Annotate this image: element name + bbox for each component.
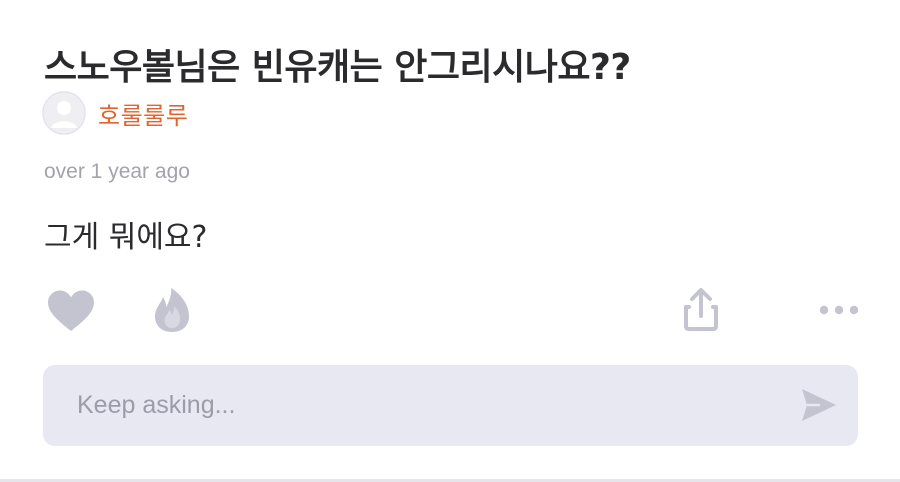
post-page: 스노우볼님은 빈유캐는 안그리시나요?? 호룰룰루 over 1 year ag… <box>0 0 900 482</box>
author-row[interactable]: 호룰룰루 <box>42 91 188 135</box>
user-avatar-icon <box>42 91 86 135</box>
like-button[interactable] <box>46 289 96 333</box>
flame-icon <box>155 288 189 332</box>
share-icon <box>684 288 718 331</box>
more-button[interactable] <box>816 298 862 322</box>
share-button[interactable] <box>680 286 722 332</box>
author-name[interactable]: 호룰룰루 <box>98 96 188 131</box>
avatar[interactable] <box>42 91 86 135</box>
post-timestamp: over 1 year ago <box>44 160 190 183</box>
heart-icon <box>48 290 94 331</box>
fire-button[interactable] <box>152 287 192 333</box>
more-dots-icon <box>819 305 859 315</box>
reply-composer <box>43 365 858 446</box>
reply-input[interactable] <box>77 385 757 425</box>
send-button[interactable] <box>800 387 838 423</box>
post-title: 스노우볼님은 빈유캐는 안그리시나요?? <box>44 47 631 88</box>
post-body: 그게 뭐에요? <box>44 220 208 255</box>
send-icon <box>802 389 836 421</box>
